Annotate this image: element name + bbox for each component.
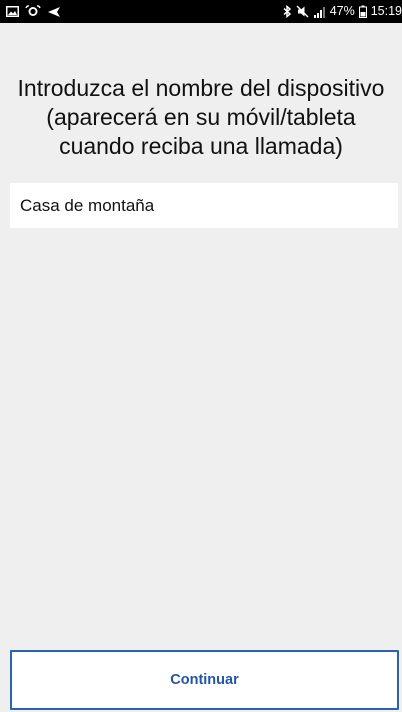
bluetooth-icon	[283, 5, 292, 18]
send-icon	[47, 6, 61, 18]
continue-button[interactable]: Continuar	[10, 650, 399, 710]
signal-icon	[313, 6, 326, 18]
battery-percent: 47%	[329, 4, 355, 18]
prompt-line-1: Introduzca el nombre del dispositivo	[17, 75, 385, 101]
gallery-icon	[6, 6, 19, 17]
prompt-line-2: (aparecerá en su móvil/tableta	[46, 104, 356, 130]
status-bar: 47% 15:19	[0, 0, 402, 23]
status-right-icons: 47% 15:19	[283, 0, 402, 23]
status-left-icons	[6, 0, 61, 23]
screen: 47% 15:19 Introduzca el nombre del dispo…	[0, 0, 402, 712]
prompt-line-3: cuando reciba una llamada)	[59, 133, 343, 159]
clock: 15:19	[370, 4, 402, 18]
continue-button-label: Continuar	[170, 672, 239, 688]
device-name-prompt: Introduzca el nombre del dispositivo (ap…	[0, 74, 402, 161]
device-name-input[interactable]	[10, 183, 398, 228]
mute-icon	[296, 5, 309, 18]
alarm-icon	[25, 5, 41, 18]
battery-icon	[358, 5, 367, 18]
